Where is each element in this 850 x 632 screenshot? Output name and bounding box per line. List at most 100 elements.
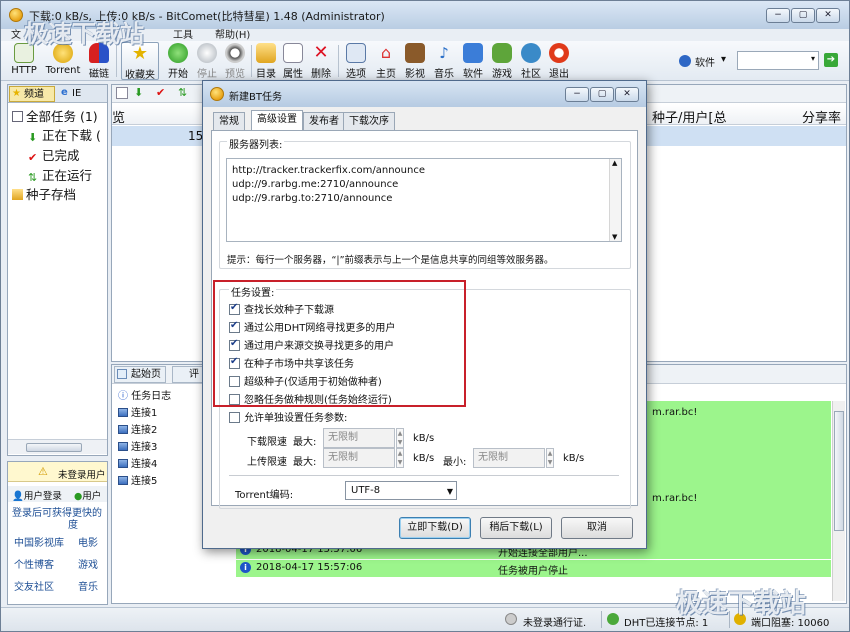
login-warning-bar: ⚠ 未登录用户 xyxy=(8,462,107,482)
tab-download-order[interactable]: 下载次序 xyxy=(343,112,395,130)
log-tree-connection[interactable]: 连接1 xyxy=(118,404,157,419)
left-lower-panel: ⚠ 未登录用户 👤用户登录 ●用户 登录后可获得更快的 度 中国影视库 电影 个… xyxy=(7,461,108,605)
column-share-ratio-header[interactable]: 分享率 xyxy=(802,107,841,126)
upload-min-spinner[interactable]: ▲ ▼ xyxy=(546,448,554,468)
list-view-icon[interactable] xyxy=(116,87,128,99)
close-button[interactable]: ✕ xyxy=(816,8,840,23)
log-tree-connection[interactable]: 连接3 xyxy=(118,438,157,453)
down-arrow-icon[interactable]: ⬇ xyxy=(134,86,143,99)
scroll-up-arrow-icon: ▲ xyxy=(612,159,618,167)
log-tree-connection[interactable]: 连接5 xyxy=(118,472,157,487)
music-button[interactable]: ♪ 音乐 xyxy=(432,42,456,80)
movie-icon xyxy=(405,43,425,63)
exit-button[interactable]: 退出 xyxy=(547,42,571,80)
menu-tools[interactable]: 工具 xyxy=(173,26,193,41)
dialog-close-button[interactable]: ✕ xyxy=(615,87,639,102)
software-button[interactable]: 软件 xyxy=(461,42,485,80)
tree-completed[interactable]: ✔ 已完成 xyxy=(28,145,80,164)
download-now-button[interactable]: 立即下载(D) xyxy=(399,517,471,539)
tree-all-tasks[interactable]: 全部任务 (1) xyxy=(12,106,98,125)
toolbar-separator xyxy=(116,45,117,77)
connection-icon xyxy=(118,425,128,434)
software-dropdown-label[interactable]: 软件 xyxy=(695,54,715,69)
movies-button[interactable]: 影视 xyxy=(403,42,427,80)
go-arrow-icon[interactable]: ➔ xyxy=(824,53,838,67)
properties-button[interactable]: 属性 xyxy=(282,42,304,80)
download-limit-spinner[interactable]: ▲ ▼ xyxy=(396,428,404,448)
tab-general[interactable]: 常规 xyxy=(213,112,245,130)
promo-line-2[interactable]: 度 xyxy=(68,516,78,531)
upload-unit-label: kB/s xyxy=(413,453,435,464)
community-button[interactable]: 社区 xyxy=(519,42,543,80)
link-movies[interactable]: 电影 xyxy=(78,534,98,549)
start-button[interactable]: 开始 xyxy=(167,42,189,80)
dialog-minimize-button[interactable]: − xyxy=(565,87,589,102)
chevron-down-icon[interactable]: ▾ xyxy=(721,54,726,65)
torrent-encoding-select[interactable]: UTF-8 ▼ xyxy=(345,481,457,500)
left-horizontal-scrollbar[interactable] xyxy=(8,439,107,454)
software-search-input[interactable]: ▾ xyxy=(737,51,819,70)
highlight-frame xyxy=(213,280,466,407)
torrent-encoding-label: Torrent编码: xyxy=(235,490,294,501)
column-preview-header[interactable]: 览 xyxy=(112,107,125,126)
log-vertical-scrollbar[interactable] xyxy=(832,401,845,601)
promo-line-1[interactable]: 登录后可获得更快的 xyxy=(12,504,102,519)
upload-max-input[interactable]: 无限制 xyxy=(323,448,395,468)
maximize-button[interactable]: ▢ xyxy=(791,8,815,23)
toolbar-separator xyxy=(338,45,339,77)
check-icon[interactable]: ✔ xyxy=(156,86,165,99)
tab-advanced[interactable]: 高级设置 xyxy=(251,110,303,131)
link-music[interactable]: 音乐 xyxy=(78,578,98,593)
passport-status[interactable]: 未登录通行证. xyxy=(523,614,586,629)
preview-button[interactable]: 预览 xyxy=(223,42,247,80)
user-tab[interactable]: ●用户 xyxy=(74,488,101,502)
community-icon xyxy=(521,43,541,63)
directory-button[interactable]: 目录 xyxy=(255,42,277,80)
minimize-button[interactable]: − xyxy=(766,8,790,23)
log-tree-connection[interactable]: 连接2 xyxy=(118,421,157,436)
tree-running[interactable]: ⇅ 正在运行 xyxy=(28,165,92,184)
dialog-maximize-button[interactable]: ▢ xyxy=(590,87,614,102)
log-tree-task-log[interactable]: ⓘ 任务日志 xyxy=(118,387,171,402)
download-max-label: 最大: xyxy=(293,437,317,448)
download-limit-input[interactable]: 无限制 xyxy=(323,428,395,448)
upload-min-input[interactable]: 无限制 xyxy=(473,448,545,468)
stop-button[interactable]: 停止 xyxy=(196,42,218,80)
toolbar-separator xyxy=(251,45,252,77)
scrollbar-thumb[interactable] xyxy=(834,411,844,531)
tab-comments[interactable]: 评 xyxy=(172,366,204,383)
home-button[interactable]: ⌂ 主页 xyxy=(374,42,398,80)
log-partial-text: m.rar.bc! xyxy=(652,407,698,418)
tree-torrent-archive[interactable]: 种子存档 xyxy=(12,184,76,203)
menu-help[interactable]: 帮助(H) xyxy=(215,26,250,41)
upload-max-spinner[interactable]: ▲ ▼ xyxy=(396,448,404,468)
preview-icon xyxy=(225,43,245,63)
status-separator xyxy=(601,611,602,628)
link-social[interactable]: 交友社区 xyxy=(14,578,54,593)
menu-file[interactable]: 文 xyxy=(11,26,21,41)
cancel-button[interactable]: 取消 xyxy=(561,517,633,539)
log-tree-connection[interactable]: 连接4 xyxy=(118,455,157,470)
upload-min-unit-label: kB/s xyxy=(563,453,585,464)
link-games[interactable]: 游戏 xyxy=(78,556,98,571)
games-button[interactable]: 游戏 xyxy=(490,42,514,80)
column-seeds-peers-header[interactable]: 种子/用户[总 xyxy=(652,107,726,126)
updown-arrows-icon: ⇅ xyxy=(28,171,38,184)
user-login-tab[interactable]: 👤用户登录 xyxy=(12,488,62,502)
tracker-vertical-scrollbar[interactable]: ▲ ▼ xyxy=(609,159,621,241)
tab-publisher[interactable]: 发布者 xyxy=(303,112,345,130)
options-icon xyxy=(346,43,366,63)
bitcomet-app-icon xyxy=(9,8,23,22)
scrollbar-thumb[interactable] xyxy=(26,443,82,452)
updown-arrows-icon[interactable]: ⇅ xyxy=(178,86,187,99)
download-later-button[interactable]: 稍后下载(L) xyxy=(480,517,552,539)
log-row[interactable]: i 2018-04-17 15:57:06 任务被用户停止 xyxy=(236,560,831,577)
options-button[interactable]: 选项 xyxy=(344,42,368,80)
link-movie-library[interactable]: 中国影视库 xyxy=(14,534,64,549)
tracker-list-textarea[interactable]: http://tracker.trackerfix.com/announce u… xyxy=(226,158,622,242)
tree-downloading[interactable]: ⬇ 正在下载 ( xyxy=(28,125,101,144)
delete-button[interactable]: ✕ 删除 xyxy=(310,42,332,81)
tracker-tip: 提示：每行一个服务器，“|”前缀表示与上一个是信息共享的同组等效服务器。 xyxy=(227,255,554,266)
option-individual-params-checkbox[interactable]: 允许单独设置任务参数: xyxy=(229,409,347,424)
link-blog[interactable]: 个性博客 xyxy=(14,556,54,571)
